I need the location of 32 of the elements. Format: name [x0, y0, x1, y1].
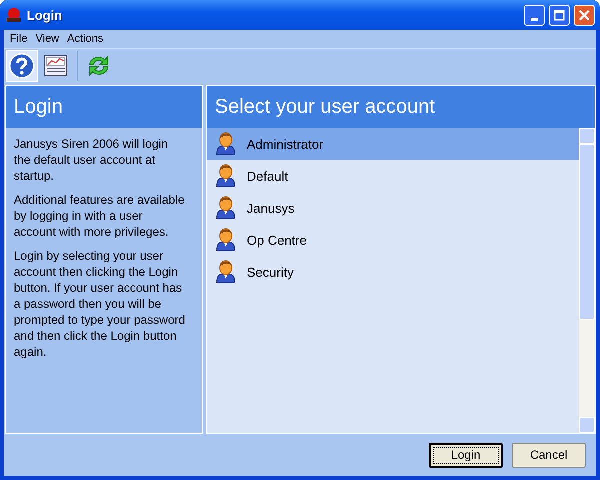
menu-item[interactable]: Actions	[63, 32, 108, 46]
siren-icon	[5, 6, 23, 24]
help-icon	[9, 53, 35, 79]
close-button[interactable]	[574, 4, 595, 26]
minimize-button[interactable]	[524, 4, 545, 26]
maximize-icon	[554, 10, 565, 20]
panel-title: Select your user account	[207, 86, 595, 128]
menu-item[interactable]: File	[6, 32, 32, 46]
account-item[interactable]: Default	[207, 160, 579, 192]
user-icon	[216, 228, 236, 252]
account-item[interactable]: Security	[207, 256, 579, 288]
info-paragraph: Additional features are available by logging in with a user account with more privileges.	[14, 192, 186, 240]
panel-title: Login	[6, 86, 202, 128]
account-item[interactable]: Op Centre	[207, 224, 579, 256]
cancel-button[interactable]: Cancel	[512, 442, 586, 468]
user-icon	[216, 132, 236, 156]
chart-report-icon	[44, 54, 68, 78]
user-icon	[216, 196, 236, 220]
scrollbar[interactable]	[579, 128, 595, 433]
login-button[interactable]: Login	[429, 442, 503, 468]
window-title: Login	[27, 8, 64, 22]
user-icon	[216, 164, 236, 188]
menu-item[interactable]: View	[32, 32, 64, 46]
minimize-icon	[531, 18, 538, 20]
account-item[interactable]: Administrator	[207, 128, 579, 160]
user-icon	[216, 260, 236, 284]
info-paragraph: Janusys Siren 2006 will login the default user account at startup.	[14, 136, 170, 184]
maximize-button[interactable]	[549, 4, 570, 26]
info-paragraph: Login by selecting your user account then clicking the Login button. If your user account has a password then you will be prompted to type your password and then click the Login button again.	[14, 248, 186, 360]
close-icon	[579, 10, 590, 20]
account-item[interactable]: Janusys	[207, 192, 579, 224]
toolbar-button[interactable]	[6, 50, 38, 82]
